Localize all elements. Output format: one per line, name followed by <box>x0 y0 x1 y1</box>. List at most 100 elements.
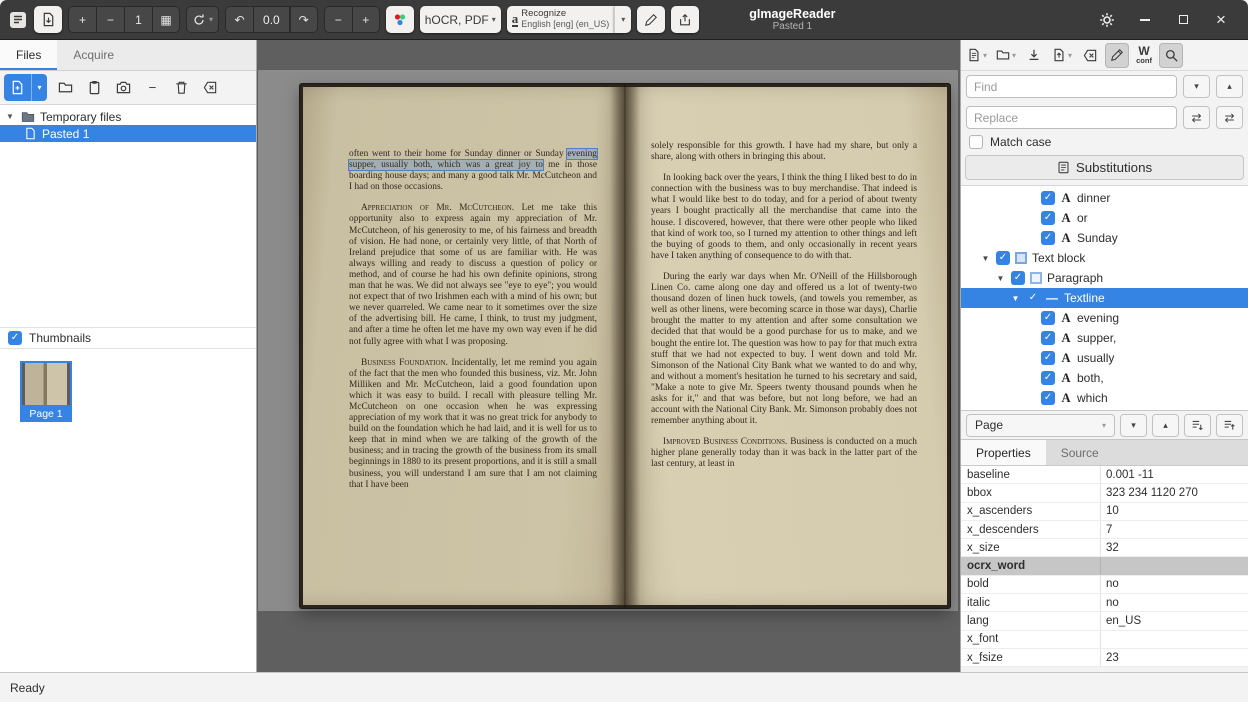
hocr-item-paragraph[interactable]: ▼✓Paragraph <box>961 268 1248 288</box>
match-case-checkbox[interactable] <box>969 135 983 149</box>
property-row-baseline[interactable]: baseline0.001 -11 <box>961 466 1248 484</box>
find-next-button[interactable]: ▾ <box>1183 75 1210 98</box>
clear-pages-button[interactable] <box>197 74 224 101</box>
hocr-item-dinner[interactable]: ✓Adinner <box>961 188 1248 208</box>
insert-mode-dropdown[interactable]: ▾ <box>964 43 990 68</box>
zoom-fit-button[interactable]: ▦ <box>152 6 180 33</box>
visibility-checkbox[interactable]: ✓ <box>1026 291 1040 305</box>
expander-icon[interactable]: ▼ <box>6 112 16 121</box>
open-hocr-dropdown[interactable]: ▾ <box>993 43 1019 68</box>
thumbnail-page-1[interactable]: Page 1 <box>20 361 72 422</box>
visibility-checkbox[interactable]: ✓ <box>1011 271 1025 285</box>
hocr-item-sunday[interactable]: ✓ASunday <box>961 228 1248 248</box>
property-row-x_descenders[interactable]: x_descenders7 <box>961 521 1248 539</box>
thumbnail-image[interactable] <box>20 361 72 407</box>
tab-files[interactable]: Files <box>0 40 57 70</box>
recognize-button[interactable]: a Recognize English [eng] (en_US) <box>507 6 615 33</box>
replace-input[interactable] <box>966 106 1177 129</box>
replace-all-button[interactable]: ⇄ <box>1216 106 1243 129</box>
zoom-original-button[interactable]: 1 <box>124 6 152 33</box>
open-image-button[interactable] <box>34 6 62 33</box>
zoom-in-button[interactable]: + <box>68 6 96 33</box>
properties-tab-bar: Properties Source <box>961 439 1248 466</box>
visibility-checkbox[interactable]: ✓ <box>996 251 1010 265</box>
screenshot-button[interactable] <box>110 74 137 101</box>
property-row-ocrx_word[interactable]: ocrx_word <box>961 557 1248 575</box>
rotation-angle-spinbox[interactable]: 0.0 <box>253 6 290 33</box>
thumbnails-checkbox[interactable]: ✓ <box>8 331 22 345</box>
property-row-x_ascenders[interactable]: x_ascenders10 <box>961 503 1248 521</box>
zoom-out-button[interactable]: − <box>96 6 124 33</box>
open-folder-button[interactable] <box>52 74 79 101</box>
minimize-button[interactable] <box>1134 9 1156 31</box>
hocr-item-evening[interactable]: ✓Aevening <box>961 308 1248 328</box>
rotate-left-button[interactable]: ↶ <box>225 6 253 33</box>
visibility-checkbox[interactable]: ✓ <box>1041 391 1055 405</box>
rotate-mode-dropdown[interactable]: ▾ <box>186 6 219 33</box>
expander-icon[interactable]: ▼ <box>980 254 991 263</box>
property-row-x_font[interactable]: x_font <box>961 631 1248 649</box>
hocr-item-or[interactable]: ✓Aor <box>961 208 1248 228</box>
page-increment-button[interactable]: + <box>352 6 380 33</box>
visibility-checkbox[interactable]: ✓ <box>1041 331 1055 345</box>
property-row-x_fsize[interactable]: x_fsize23 <box>961 649 1248 667</box>
expand-all-button[interactable] <box>1184 414 1211 437</box>
replace-button[interactable]: ⇄ <box>1183 106 1210 129</box>
image-controls-button[interactable] <box>386 6 414 33</box>
previous-page-button[interactable]: ▴ <box>1152 414 1179 437</box>
find-replace-toggle[interactable] <box>1159 43 1183 68</box>
save-hocr-button[interactable] <box>1022 43 1046 68</box>
book-image[interactable]: often went to their home for Sunday dinn… <box>300 84 950 608</box>
visibility-checkbox[interactable]: ✓ <box>1041 371 1055 385</box>
property-row-bold[interactable]: boldno <box>961 576 1248 594</box>
hocr-item-textblock[interactable]: ▼✓Text block <box>961 248 1248 268</box>
expander-icon[interactable]: ▼ <box>1010 294 1021 303</box>
visibility-checkbox[interactable]: ✓ <box>1041 191 1055 205</box>
add-images-split-button[interactable]: ▾ <box>4 74 47 101</box>
word-confidence-toggle[interactable]: W conf <box>1132 43 1156 68</box>
hocr-item-which[interactable]: ✓Awhich <box>961 388 1248 408</box>
export-hocr-dropdown[interactable]: ▾ <box>1049 43 1075 68</box>
clear-output-button[interactable] <box>1078 43 1102 68</box>
settings-gear-button[interactable] <box>1096 9 1118 31</box>
recognize-language-dropdown[interactable]: ▾ <box>614 6 631 33</box>
expander-icon[interactable]: ▼ <box>995 274 1006 283</box>
hocr-item-both[interactable]: ✓Aboth, <box>961 368 1248 388</box>
tab-properties[interactable]: Properties <box>961 440 1046 465</box>
property-row-italic[interactable]: italicno <box>961 594 1248 612</box>
paste-button[interactable] <box>81 74 108 101</box>
remove-page-button[interactable]: − <box>139 74 166 101</box>
visibility-checkbox[interactable]: ✓ <box>1041 231 1055 245</box>
rotate-right-button[interactable]: ↷ <box>290 6 318 33</box>
hocr-item-textline[interactable]: ▼✓—Textline <box>961 288 1248 308</box>
find-previous-button[interactable]: ▴ <box>1216 75 1243 98</box>
spellcheck-edit-button[interactable] <box>637 6 665 33</box>
property-row-bbox[interactable]: bbox323 234 1120 270 <box>961 484 1248 502</box>
collapse-all-button[interactable] <box>1216 414 1243 437</box>
tree-item-pasted-1[interactable]: Pasted 1 <box>0 125 256 142</box>
page-decrement-button[interactable]: − <box>324 6 352 33</box>
close-button[interactable]: × <box>1210 9 1232 31</box>
page-combobox[interactable]: Page ▾ <box>966 414 1115 437</box>
visibility-checkbox[interactable]: ✓ <box>1041 311 1055 325</box>
tab-acquire[interactable]: Acquire <box>57 40 130 70</box>
tab-source[interactable]: Source <box>1046 440 1114 465</box>
property-row-x_size[interactable]: x_size32 <box>961 539 1248 557</box>
image-canvas[interactable]: often went to their home for Sunday dinn… <box>257 40 960 672</box>
ocr-mode-dropdown[interactable]: hOCR, PDF ▾ <box>420 6 501 33</box>
hocr-item-usually[interactable]: ✓Ausually <box>961 348 1248 368</box>
property-row-lang[interactable]: langen_US <box>961 612 1248 630</box>
scanned-photo[interactable]: often went to their home for Sunday dinn… <box>258 70 958 611</box>
visibility-checkbox[interactable]: ✓ <box>1041 211 1055 225</box>
tree-item-temporary-files[interactable]: ▼ Temporary files <box>0 108 256 125</box>
next-page-button[interactable]: ▾ <box>1120 414 1147 437</box>
hocr-item-supper[interactable]: ✓Asupper, <box>961 328 1248 348</box>
add-images-dropdown[interactable]: ▾ <box>31 74 47 101</box>
delete-page-button[interactable] <box>168 74 195 101</box>
substitutions-button[interactable]: Substitutions <box>965 155 1244 180</box>
find-input[interactable] <box>966 75 1177 98</box>
export-button[interactable] <box>671 6 699 33</box>
preview-toggle-button[interactable] <box>1105 43 1129 68</box>
maximize-button[interactable] <box>1172 9 1194 31</box>
visibility-checkbox[interactable]: ✓ <box>1041 351 1055 365</box>
